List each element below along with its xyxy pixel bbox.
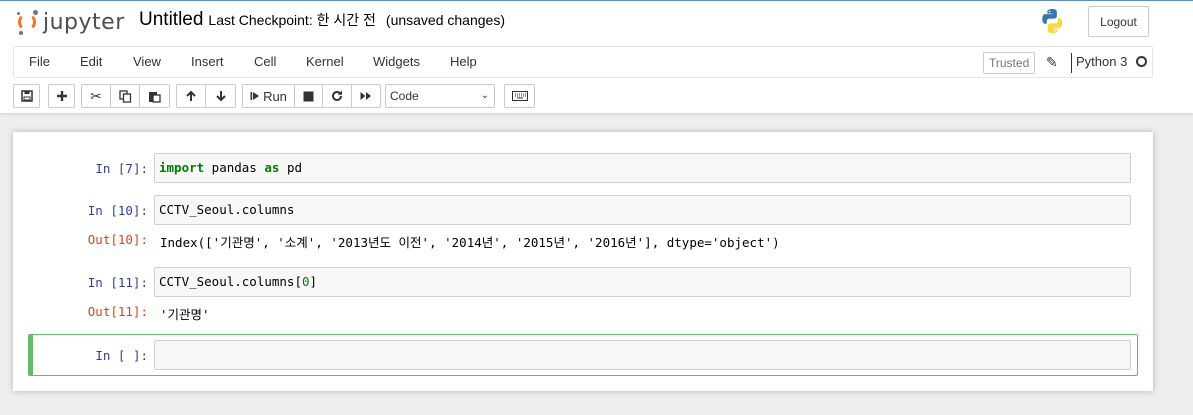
python-kernel-logo-icon — [1042, 8, 1063, 34]
chevron-down-icon: ⌄ — [480, 90, 489, 101]
edit-mode-pencil-icon: ✎ — [1046, 54, 1058, 70]
cell-type-value: Code — [390, 89, 419, 103]
plus-icon — [56, 91, 67, 101]
stop-icon — [303, 91, 314, 101]
code-text: pandas — [204, 160, 265, 175]
code-text: pd — [279, 160, 303, 175]
cell-output: '기관명' — [160, 307, 210, 322]
paste-button[interactable] — [140, 84, 170, 108]
scissors-icon: ✂ — [90, 87, 102, 104]
restart-run-all-button[interactable] — [352, 84, 381, 108]
cell-type-select[interactable]: Code ⌄ — [385, 84, 495, 108]
kernel-name[interactable]: Python 3 — [1076, 47, 1127, 77]
move-cell-down-button[interactable] — [206, 84, 236, 108]
fast-forward-icon — [360, 92, 371, 100]
code-keyword: as — [264, 160, 280, 175]
kernel-idle-indicator-icon — [1136, 56, 1147, 67]
code-cell-input[interactable]: import pandas as pd — [154, 153, 1131, 183]
menu-cell[interactable]: Cell — [254, 47, 276, 77]
save-icon — [20, 90, 33, 102]
run-label: Run — [263, 88, 287, 104]
refresh-icon — [332, 90, 342, 101]
save-button[interactable] — [13, 84, 40, 108]
interrupt-kernel-button[interactable] — [295, 84, 323, 108]
input-prompt: In [7]: — [95, 161, 148, 176]
menu-kernel[interactable]: Kernel — [306, 47, 344, 77]
jupyter-logo-icon — [15, 8, 41, 36]
step-forward-icon — [250, 92, 260, 100]
move-cell-up-button[interactable] — [176, 84, 206, 108]
cell-output: Index(['기관명', '소계', '2013년도 이전', '2014년'… — [160, 235, 780, 250]
last-checkpoint: Last Checkpoint: 한 시간 전 — [208, 12, 376, 28]
code-keyword: import — [159, 160, 205, 175]
input-prompt: In [10]: — [87, 203, 148, 218]
logo-text: jupyter — [43, 9, 125, 35]
menu-help[interactable]: Help — [450, 47, 477, 77]
arrow-up-icon — [186, 90, 196, 101]
input-prompt: In [ ]: — [95, 348, 148, 363]
menu-view[interactable]: View — [133, 47, 161, 77]
code-cell-input[interactable]: CCTV_Seoul.columns[0] — [154, 267, 1131, 297]
cut-button[interactable]: ✂ — [81, 84, 111, 108]
output-prompt: Out[11]: — [87, 304, 148, 319]
input-prompt: In [11]: — [87, 275, 148, 290]
code-text: ] — [309, 274, 318, 289]
menubar: File Edit View Insert Cell Kernel Widget… — [13, 46, 1153, 78]
menu-edit[interactable]: Edit — [80, 47, 102, 77]
command-palette-button[interactable] — [504, 84, 535, 108]
logout-button[interactable]: Logout — [1088, 6, 1149, 37]
kernel-separator — [1071, 53, 1072, 73]
code-text: CCTV_Seoul.columns[ — [159, 274, 302, 289]
jupyter-logo[interactable]: jupyter — [15, 8, 125, 36]
code-cell-input[interactable]: CCTV_Seoul.columns — [154, 195, 1131, 225]
restart-kernel-button[interactable] — [323, 84, 352, 108]
insert-cell-below-button[interactable] — [48, 84, 75, 108]
menu-widgets[interactable]: Widgets — [373, 47, 420, 77]
code-number: 0 — [302, 274, 310, 289]
code-cell-input-empty[interactable] — [154, 340, 1131, 370]
copy-button[interactable] — [111, 84, 140, 108]
copy-icon — [118, 89, 131, 103]
notebook-container: In [7]: import pandas as pd In [10]: CCT… — [13, 132, 1153, 391]
autosave-status: (unsaved changes) — [385, 12, 505, 28]
notebook-header: jupyter Untitled Last Checkpoint: 한 시간 전… — [0, 0, 1193, 113]
notebook-title-area: Untitled Last Checkpoint: 한 시간 전 (unsave… — [139, 9, 505, 35]
output-prompt: Out[10]: — [87, 232, 148, 247]
notebook-name[interactable]: Untitled — [139, 9, 203, 31]
menu-insert[interactable]: Insert — [191, 47, 224, 77]
trusted-indicator[interactable]: Trusted — [983, 52, 1036, 74]
keyboard-icon — [511, 91, 528, 101]
run-button[interactable]: Run — [242, 84, 295, 108]
paste-icon — [149, 91, 161, 103]
arrow-down-icon — [215, 91, 226, 102]
menu-file[interactable]: File — [29, 47, 50, 77]
